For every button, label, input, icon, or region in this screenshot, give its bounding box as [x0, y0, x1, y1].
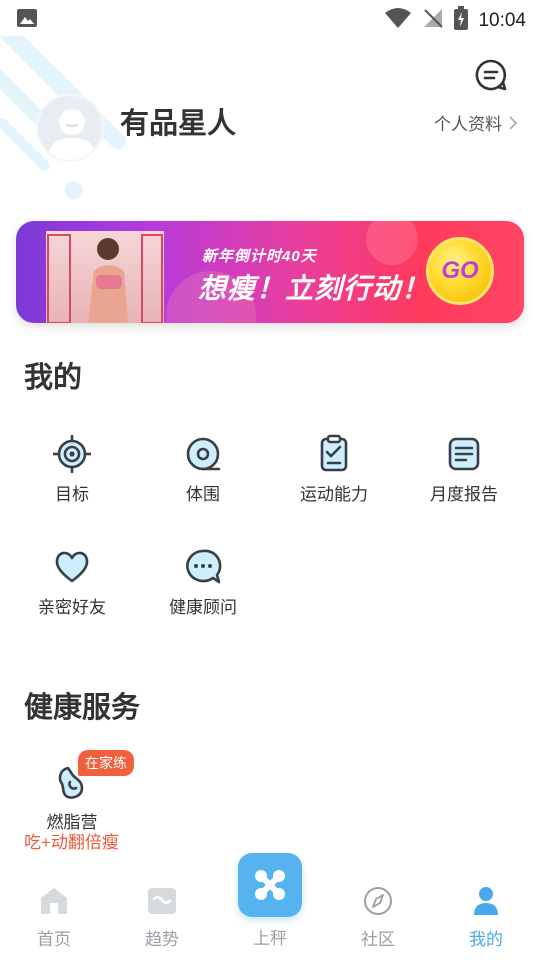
banner-go-button[interactable]: GO [426, 237, 494, 305]
nav-item-home[interactable]: 首页 [4, 886, 104, 950]
grid-item-label: 亲密好友 [38, 598, 106, 617]
nav-label: 趋势 [145, 930, 179, 949]
weigh-button[interactable] [238, 853, 302, 917]
scale-icon [255, 870, 285, 900]
weigh-label: 上秤 [253, 929, 287, 948]
chevron-right-icon [509, 115, 518, 130]
profile-link-label: 个人资料 [434, 115, 502, 134]
grid-item-label: 体围 [186, 485, 220, 504]
service-subtitle: 吃+动翻倍瘦 [24, 833, 119, 852]
banner-headline: 想瘦！立刻行动！ [198, 273, 431, 304]
grid-item-close-friends[interactable]: 亲密好友 [12, 547, 132, 618]
banner-photo [46, 231, 164, 323]
service-badge: 在家练 [78, 750, 134, 776]
nav-label: 我的 [469, 930, 503, 949]
banner-decoration [366, 221, 418, 265]
message-icon [475, 59, 507, 91]
promo-banner[interactable]: 新年倒计时40天 想瘦！立刻行动！ GO [16, 221, 524, 323]
battery-charging-icon [454, 6, 469, 35]
report-icon [448, 437, 480, 471]
health-section-title: 健康服务 [24, 692, 141, 724]
avatar[interactable] [36, 94, 104, 162]
trend-icon [148, 888, 176, 914]
grid-item-exercise-ability[interactable]: 运动能力 [274, 434, 394, 505]
no-signal-icon [422, 7, 444, 34]
status-bar: 10:04 [0, 0, 540, 36]
grid-item-label: 运动能力 [300, 485, 368, 504]
grid-item-label: 目标 [55, 485, 89, 504]
profile-link[interactable]: 个人资料 [434, 110, 518, 135]
nav-item-trend[interactable]: 趋势 [112, 886, 212, 950]
nav-label: 社区 [361, 930, 395, 949]
person-icon [474, 887, 498, 915]
target-icon [53, 435, 91, 473]
home-icon [41, 888, 67, 914]
chat-bubble-icon [186, 549, 222, 584]
status-time: 10:04 [478, 9, 526, 31]
my-section-title: 我的 [24, 362, 83, 394]
image-notification-icon [16, 8, 38, 33]
grid-item-monthly-report[interactable]: 月度报告 [404, 434, 524, 505]
tape-measure-icon [186, 437, 221, 471]
grid-item-target[interactable]: 目标 [12, 434, 132, 505]
grid-item-label: 健康顾问 [169, 598, 237, 617]
heart-icon [55, 551, 89, 583]
grid-item-body-measure[interactable]: 体围 [143, 434, 263, 505]
wifi-icon [384, 7, 412, 34]
banner-subtitle: 新年倒计时40天 [202, 248, 317, 265]
nav-item-community[interactable]: 社区 [328, 886, 428, 950]
compass-icon [364, 887, 392, 915]
nav-label: 首页 [37, 930, 71, 949]
nav-item-mine[interactable]: 我的 [436, 886, 536, 950]
grid-item-label: 月度报告 [430, 485, 498, 504]
grid-item-health-advisor[interactable]: 健康顾问 [143, 547, 263, 618]
message-button[interactable] [474, 58, 508, 92]
clipboard-check-icon [320, 434, 348, 472]
username: 有品星人 [120, 108, 237, 140]
